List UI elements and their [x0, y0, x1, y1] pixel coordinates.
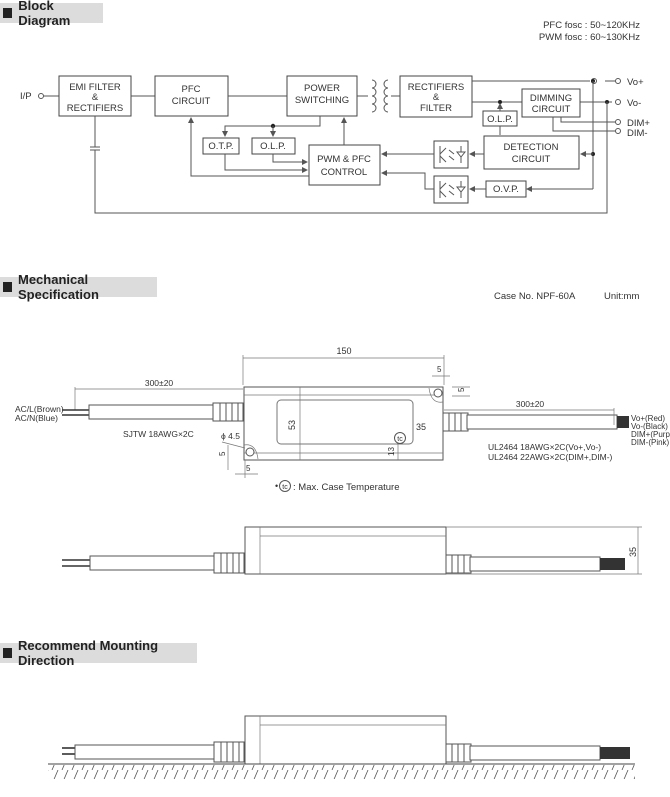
svg-text:CONTROL: CONTROL: [321, 167, 367, 178]
case-number: Case No. NPF-60A: [494, 291, 576, 302]
dim-width: 53: [287, 420, 297, 430]
dim-length: 150: [336, 346, 351, 356]
strain-relief-left: [212, 402, 244, 422]
svg-text:CIRCUIT: CIRCUIT: [512, 154, 551, 165]
ac-cable-spec: SJTW 18AWG×2C: [123, 429, 194, 439]
svg-text:tc: tc: [397, 436, 403, 443]
block-diagram: PFC fosc : 50~120KHz PWM fosc : 60~130KH…: [20, 20, 650, 214]
svg-text:DETECTION: DETECTION: [504, 142, 559, 153]
strain-relief-left: [213, 741, 245, 763]
svg-text:O.V.P.: O.V.P.: [493, 184, 519, 195]
ovp-block: O.V.P.: [485, 180, 527, 198]
mounting-view: [48, 715, 635, 779]
emi-filter-block: EMI FILTER & RECTIFIERS: [58, 75, 132, 117]
rectifiers-filter-block: RECTIFIERS & FILTER: [399, 75, 473, 118]
optocoupler-icon: [433, 175, 469, 204]
svg-text:O.L.P.: O.L.P.: [487, 114, 513, 125]
input-terminal: [38, 93, 44, 99]
optocoupler-icon: [433, 140, 469, 169]
olp-secondary-block: O.L.P.: [482, 110, 518, 127]
strain-relief-left: [213, 552, 245, 574]
strain-relief-right: [442, 412, 469, 432]
output-vo-minus: Vo-: [627, 98, 641, 109]
svg-text:tc: tc: [282, 484, 288, 491]
otp-block: O.T.P.: [202, 137, 240, 155]
svg-text:DIMMING: DIMMING: [530, 93, 572, 104]
pfc-circuit-block: PFC CIRCUIT: [154, 75, 229, 117]
svg-text:PFC: PFC: [182, 84, 201, 95]
svg-text:&: &: [433, 92, 440, 103]
dc-cable-spec-1: UL2464 18AWG×2C(Vo+,Vo-): [488, 442, 601, 452]
mechanical-top-view: Case No. NPF-60A Unit:mm 150 300±20 AC/L…: [15, 291, 670, 493]
svg-text:&: &: [92, 92, 99, 103]
strain-relief-right: [445, 743, 472, 763]
input-label: I/P: [20, 91, 32, 102]
detection-circuit-block: DETECTION CIRCUIT: [483, 135, 580, 170]
mechanical-side-view: 35: [62, 526, 642, 575]
power-switching-block: POWER SWITCHING: [286, 75, 358, 117]
dim-tc-offset: 13: [387, 447, 396, 456]
svg-text:O.L.P.: O.L.P.: [260, 141, 286, 152]
svg-text:CIRCUIT: CIRCUIT: [532, 104, 571, 115]
pwm-frequency-note: PWM fosc : 60~130KHz: [539, 32, 640, 43]
dim-hole-offset-c: 5: [437, 365, 442, 374]
svg-text:CIRCUIT: CIRCUIT: [172, 96, 211, 107]
ac-wire-blue: AC/N(Blue): [15, 413, 58, 423]
dim-hole-offset-a: 5: [218, 451, 227, 456]
svg-text:PWM & PFC: PWM & PFC: [317, 154, 371, 165]
transformer-icon: [371, 79, 389, 113]
svg-text:FILTER: FILTER: [420, 103, 452, 114]
dim-left-cable: 300±20: [145, 378, 174, 388]
pwm-pfc-control-block: PWM & PFC CONTROL: [308, 144, 381, 186]
output-dim-minus: DIM-: [627, 128, 648, 139]
pfc-frequency-note: PFC fosc : 50~120KHz: [543, 20, 640, 31]
svg-text:POWER: POWER: [304, 83, 340, 94]
dim-hole-offset-d: 5: [457, 387, 466, 392]
strain-relief-right: [445, 554, 472, 574]
output-vo-plus: Vo+: [627, 77, 644, 88]
svg-text:RECTIFIERS: RECTIFIERS: [67, 103, 123, 114]
unit-label: Unit:mm: [604, 291, 639, 302]
dim-hole-diameter: ϕ 4.5: [221, 431, 240, 441]
dim-height: 35: [628, 547, 638, 557]
dimming-circuit-block: DIMMING CIRCUIT: [521, 88, 581, 118]
mounting-surface-hatch: [48, 765, 635, 779]
dim-inner: 35: [416, 422, 426, 432]
olp-primary-block: O.L.P.: [251, 137, 296, 155]
dc-cable-spec-2: UL2464 22AWG×2C(DIM+,DIM-): [488, 452, 613, 462]
dim-hole-offset-b: 5: [246, 464, 251, 473]
svg-text:SWITCHING: SWITCHING: [295, 95, 349, 106]
svg-text:•: •: [275, 481, 278, 491]
dim-right-cable: 300±20: [516, 399, 545, 409]
drawing-canvas: PFC fosc : 50~120KHz PWM fosc : 60~130KH…: [15, 20, 670, 779]
svg-text:O.T.P.: O.T.P.: [208, 141, 233, 152]
dc-wire-pink: DIM-(Pink): [631, 438, 670, 447]
tc-note: : Max. Case Temperature: [293, 482, 399, 493]
